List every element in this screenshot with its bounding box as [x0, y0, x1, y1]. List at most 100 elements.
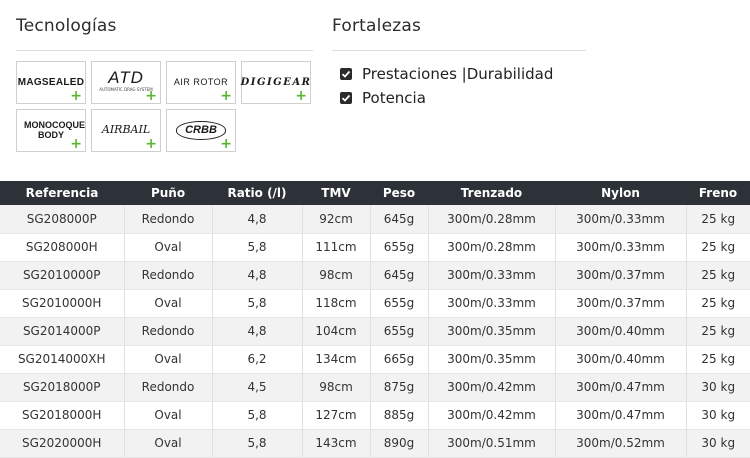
table-cell: Oval	[124, 429, 213, 458]
table-cell: SG2010000H	[0, 289, 125, 318]
airbail-logo: AIRBAIL	[101, 123, 151, 137]
table-cell: 4,5	[212, 373, 303, 402]
table-cell: 98cm	[302, 373, 371, 402]
table-row: SG2010000P Redondo 4,8 98cm 645g 300m/0.33mm 3…	[0, 261, 750, 290]
table-cell: SG2018000P	[0, 373, 125, 402]
table-cell: 875g	[370, 373, 429, 402]
table-cell: Oval	[124, 289, 213, 318]
column-header: Trenzado	[428, 181, 555, 205]
air-rotor-logo: AIR ROTOR	[173, 76, 229, 87]
table-cell: 885g	[370, 401, 429, 430]
tech-magsealed[interactable]: MAGSEALED +	[16, 61, 86, 104]
column-header: Peso	[370, 181, 428, 205]
table-row: SG2010000H Oval 5,8 118cm 655g 300m/0.33mm 300…	[0, 289, 750, 318]
fortaleza-label: Prestaciones |Durabilidad	[362, 65, 554, 83]
table-cell: 645g	[370, 261, 429, 290]
table-row: SG2014000XH Oval 6,2 134cm 665g 300m/0.35mm 30…	[0, 345, 750, 374]
table-cell: 300m/0.33mm	[428, 261, 556, 290]
table-cell: 30 kg	[686, 401, 750, 430]
table-cell: Oval	[124, 401, 213, 430]
fortalezas-divider	[332, 50, 586, 51]
table-cell: 134cm	[302, 345, 371, 374]
table-cell: 25 kg	[686, 261, 750, 290]
tecnologias-divider	[16, 50, 313, 51]
column-header: Freno	[686, 181, 750, 205]
table-cell: 104cm	[302, 317, 371, 346]
table-cell: Redondo	[124, 317, 213, 346]
table-cell: 300m/0.47mm	[555, 373, 687, 402]
tech-atd[interactable]: ATD AUTOMATIC DRAG SYSTEM +	[91, 61, 161, 104]
fortaleza-item: Prestaciones |Durabilidad	[340, 62, 553, 86]
column-header: Nylon	[555, 181, 686, 205]
table-cell: Oval	[124, 345, 213, 374]
crbb-logo: CRBB	[176, 121, 226, 140]
table-cell: 300m/0.42mm	[428, 401, 556, 430]
plus-icon: +	[145, 88, 157, 104]
table-cell: 300m/0.40mm	[555, 317, 687, 346]
column-header: Puño	[124, 181, 212, 205]
plus-icon: +	[220, 88, 232, 104]
table-cell: 665g	[370, 345, 429, 374]
table-cell: 6,2	[212, 345, 303, 374]
table-cell: 4,8	[212, 261, 303, 290]
tech-digigear[interactable]: DIGIGEAR +	[241, 61, 311, 104]
table-cell: 30 kg	[686, 373, 750, 402]
table-cell: 111cm	[302, 233, 371, 262]
digigear-logo: DIGIGEAR	[240, 77, 312, 88]
table-cell: SG2014000P	[0, 317, 125, 346]
table-cell: 300m/0.33mm	[428, 289, 556, 318]
table-cell: 300m/0.47mm	[555, 401, 687, 430]
table-cell: 655g	[370, 289, 429, 318]
column-header: TMV	[302, 181, 370, 205]
table-cell: SG2010000P	[0, 261, 125, 290]
table-row: SG208000H Oval 5,8 111cm 655g 300m/0.28mm 300m…	[0, 233, 750, 262]
tech-crbb[interactable]: CRBB +	[166, 109, 236, 152]
table-cell: 300m/0.40mm	[555, 345, 687, 374]
table-cell: 300m/0.35mm	[428, 345, 556, 374]
table-cell: 25 kg	[686, 205, 750, 234]
table-cell: SG2018000H	[0, 401, 125, 430]
table-row: SG208000P Redondo 4,8 92cm 645g 300m/0.28mm 30…	[0, 205, 750, 234]
fortalezas-list: Prestaciones |Durabilidad Potencia	[340, 62, 553, 110]
table-cell: 4,8	[212, 317, 303, 346]
table-cell: 655g	[370, 233, 429, 262]
table-cell: 143cm	[302, 429, 371, 458]
table-cell: Oval	[124, 233, 213, 262]
table-row: SG2014000P Redondo 4,8 104cm 655g 300m/0.35mm…	[0, 317, 750, 346]
table-cell: 25 kg	[686, 233, 750, 262]
plus-icon: +	[70, 136, 82, 152]
table-cell: 98cm	[302, 261, 371, 290]
table-cell: 4,8	[212, 205, 303, 234]
table-cell: 300m/0.37mm	[555, 289, 687, 318]
fortaleza-item: Potencia	[340, 86, 553, 110]
table-cell: 300m/0.28mm	[428, 233, 556, 262]
table-header-row: Referencia Puño Ratio (/l) TMV Peso Tren…	[0, 181, 750, 205]
table-cell: 5,8	[212, 289, 303, 318]
table-cell: SG2020000H	[0, 429, 125, 458]
table-cell: 25 kg	[686, 317, 750, 346]
table-cell: 300m/0.37mm	[555, 261, 687, 290]
table-cell: 645g	[370, 205, 429, 234]
fortalezas-title: Fortalezas	[332, 16, 422, 36]
plus-icon: +	[70, 88, 82, 104]
table-cell: 300m/0.52mm	[555, 429, 687, 458]
tech-monocoque-body[interactable]: MONOCOQUE BODY +	[16, 109, 86, 152]
table-cell: 25 kg	[686, 289, 750, 318]
table-cell: 300m/0.42mm	[428, 373, 556, 402]
table-cell: 30 kg	[686, 429, 750, 458]
table-cell: 300m/0.33mm	[555, 205, 687, 234]
checkbox-checked-icon[interactable]	[340, 68, 352, 80]
atd-logo: ATD	[108, 67, 144, 87]
table-cell: 92cm	[302, 205, 371, 234]
table-cell: SG208000P	[0, 205, 125, 234]
table-cell: 5,8	[212, 401, 303, 430]
table-cell: SG208000H	[0, 233, 125, 262]
table-cell: 25 kg	[686, 345, 750, 374]
tech-air-rotor[interactable]: AIR ROTOR +	[166, 61, 236, 104]
table-cell: Redondo	[124, 373, 213, 402]
plus-icon: +	[220, 136, 232, 152]
checkbox-checked-icon[interactable]	[340, 92, 352, 104]
specs-table: Referencia Puño Ratio (/l) TMV Peso Tren…	[0, 181, 750, 458]
table-cell: SG2014000XH	[0, 345, 125, 374]
tech-airbail[interactable]: AIRBAIL +	[91, 109, 161, 152]
